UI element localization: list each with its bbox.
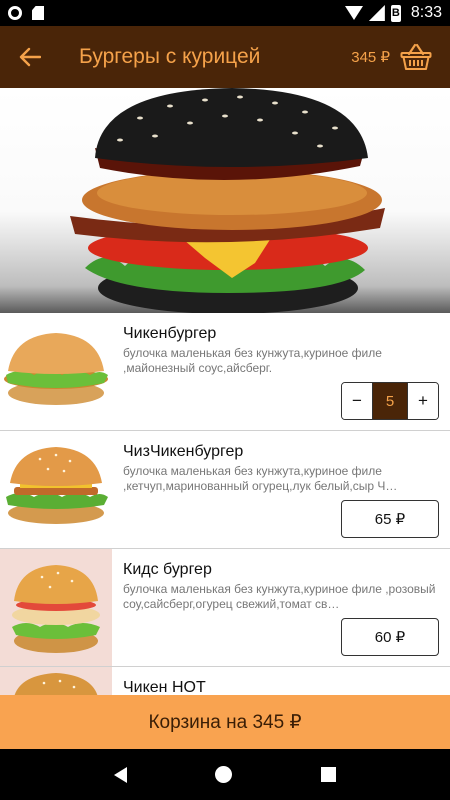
battery-icon: B — [390, 4, 401, 22]
cart-button-label: Корзина на 345 ₽ — [148, 711, 302, 733]
list-item[interactable]: Кидс бургер булочка маленькая без кунжут… — [0, 549, 450, 667]
nav-home-icon[interactable] — [215, 766, 233, 783]
app-bar: Бургеры с курицей 345 ₽ — [0, 26, 450, 88]
kids-burger-illustration — [12, 565, 100, 653]
black-bun-burger-illustration — [70, 88, 385, 313]
product-name: Чикенбургер — [123, 325, 217, 342]
product-name: Кидс бургер — [123, 561, 212, 578]
nav-recents-icon[interactable] — [320, 767, 336, 782]
chicken-hot-burger-illustration — [14, 673, 98, 695]
product-name: Чикен HOT — [123, 679, 206, 695]
basket-button[interactable] — [396, 37, 436, 77]
system-nav-bar — [0, 749, 450, 800]
back-button[interactable] — [0, 26, 60, 88]
product-thumbnail — [0, 667, 112, 695]
product-list: Чикенбургер булочка маленькая без кунжут… — [0, 313, 450, 695]
decrement-button[interactable]: − — [342, 383, 372, 419]
status-bar: B 8:33 — [0, 0, 450, 26]
product-description: булочка маленькая без кунжута,куриное фи… — [123, 582, 436, 611]
signal-icon — [368, 5, 385, 21]
page-title: Бургеры с курицей — [79, 45, 261, 68]
category-hero-image — [0, 88, 450, 313]
cheese-chicken-burger-illustration — [6, 447, 108, 524]
price-button[interactable]: 60 ₽ — [341, 618, 439, 656]
quantity-stepper: − 5 + — [341, 382, 439, 420]
quantity-value: 5 — [372, 383, 408, 419]
chicken-burger-illustration — [4, 333, 108, 405]
list-item[interactable]: Чикенбургер булочка маленькая без кунжут… — [0, 313, 450, 431]
product-thumbnail — [0, 431, 112, 548]
status-time: 8:33 — [410, 4, 442, 21]
record-icon — [8, 6, 22, 20]
arrow-left-icon — [19, 47, 41, 67]
list-item[interactable]: ЧизЧикенбургер булочка маленькая без кун… — [0, 431, 450, 549]
product-name: ЧизЧикенбургер — [123, 443, 244, 460]
product-thumbnail — [0, 549, 112, 666]
increment-button[interactable]: + — [408, 383, 438, 419]
list-item[interactable]: Чикен HOT — [0, 667, 450, 695]
product-thumbnail — [0, 313, 112, 430]
nav-back-icon[interactable] — [114, 766, 128, 783]
price-button[interactable]: 65 ₽ — [341, 500, 439, 538]
cart-button[interactable]: Корзина на 345 ₽ — [0, 695, 450, 749]
wifi-icon — [344, 6, 363, 20]
sd-card-icon — [32, 6, 44, 20]
cart-total: 345 ₽ — [351, 49, 390, 66]
product-description: булочка маленькая без кунжута,куриное фи… — [123, 346, 382, 375]
product-description: булочка маленькая без кунжута,куриное фи… — [123, 464, 398, 493]
basket-icon — [400, 43, 432, 70]
